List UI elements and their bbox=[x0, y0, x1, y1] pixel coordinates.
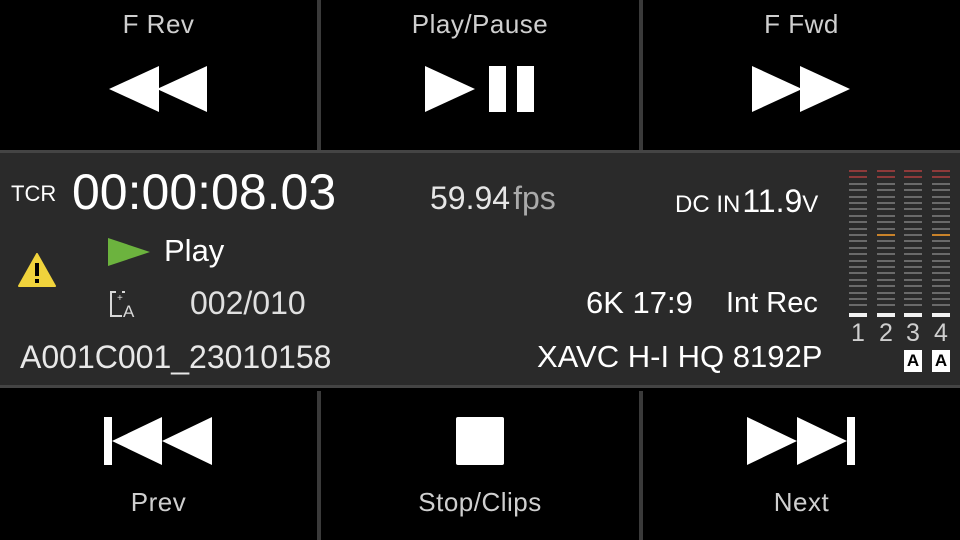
next-icon bbox=[746, 417, 855, 465]
stop-clips-label: Stop/Clips bbox=[418, 487, 542, 517]
clip-name: A001C001_23010158 bbox=[20, 339, 332, 375]
play-state-label: Play bbox=[164, 233, 225, 268]
stop-clips-button[interactable]: Stop/Clips bbox=[321, 391, 639, 540]
f-rev-button[interactable]: F Rev bbox=[0, 0, 317, 147]
audio-channel-number: 3 bbox=[906, 319, 920, 347]
resolution: 6K 17:9 bbox=[586, 285, 693, 320]
audio-meter-ch3 bbox=[904, 170, 922, 317]
audio-meter-ch2 bbox=[877, 170, 895, 317]
f-fwd-label: F Fwd bbox=[764, 9, 839, 39]
play-pause-label: Play/Pause bbox=[411, 9, 549, 39]
next-button[interactable]: Next bbox=[643, 391, 960, 540]
frame-rate-unit: fps bbox=[513, 180, 556, 216]
stop-icon bbox=[456, 417, 504, 465]
power-label: DC IN bbox=[675, 191, 741, 218]
play-pause-icon bbox=[425, 66, 534, 112]
codec: XAVC H-I HQ 8192P bbox=[537, 339, 823, 374]
previous-icon bbox=[103, 417, 212, 465]
clip-counter-icon: + A bbox=[110, 291, 135, 319]
play-state-icon bbox=[108, 238, 150, 266]
audio-channel-number: 2 bbox=[879, 319, 893, 347]
play-pause-button[interactable]: Play/Pause bbox=[321, 0, 639, 147]
audio-auto-badge: A bbox=[932, 350, 950, 372]
frame-rate-value: 59.94 bbox=[430, 180, 511, 216]
tc-mode-label: TCR bbox=[11, 181, 57, 206]
f-fwd-button[interactable]: F Fwd bbox=[643, 0, 960, 147]
power-value: 11.9 bbox=[742, 183, 803, 219]
fast-forward-icon bbox=[751, 66, 850, 112]
status-panel: TCR 00:00:08.03 59.94fps DC IN11.9V Play… bbox=[0, 150, 960, 388]
svg-text:A: A bbox=[123, 302, 135, 319]
frame-rate: 59.94fps bbox=[430, 180, 556, 217]
f-rev-label: F Rev bbox=[122, 9, 195, 39]
warning-triangle-icon bbox=[18, 253, 56, 287]
clip-counter: 002/010 bbox=[190, 285, 306, 321]
audio-meter-ch4 bbox=[932, 170, 950, 317]
record-media: Int Rec bbox=[726, 287, 818, 319]
audio-channel-number: 4 bbox=[934, 319, 948, 347]
power-unit: V bbox=[802, 191, 819, 218]
next-label: Next bbox=[773, 487, 830, 517]
audio-auto-badge: A bbox=[904, 350, 922, 372]
audio-channel-number: 1 bbox=[851, 319, 865, 347]
audio-meter-ch1 bbox=[849, 170, 867, 317]
power-readout: DC IN11.9V bbox=[675, 183, 818, 220]
rewind-icon bbox=[108, 66, 207, 112]
timecode: 00:00:08.03 bbox=[72, 164, 337, 220]
prev-button[interactable]: Prev bbox=[0, 391, 317, 540]
prev-label: Prev bbox=[130, 487, 187, 517]
